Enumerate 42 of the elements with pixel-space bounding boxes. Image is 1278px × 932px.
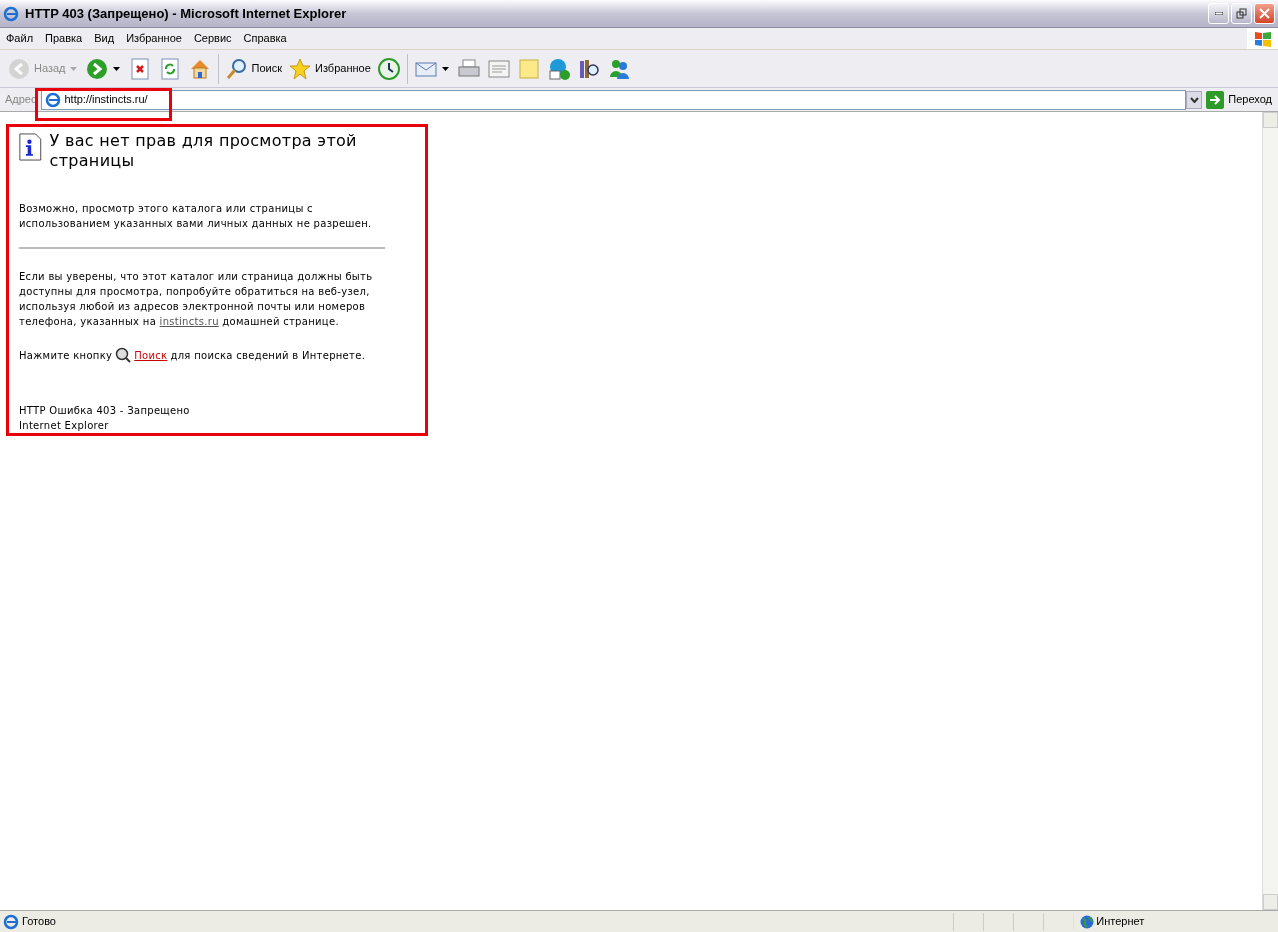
arrow-right-icon — [84, 56, 109, 81]
instruction-text: для поиска сведений в Интернете. — [170, 348, 366, 363]
search-icon — [115, 347, 132, 363]
restore-button[interactable] — [1231, 3, 1252, 24]
paragraph: Если вы уверены, что этот каталог или страница должны быть доступны для просмотра, попробуйте обратиться на веб-узел, используя любой из адресов электронной почты или номеров телефона, указанных на instincts.ru домашней странице. — [19, 270, 374, 329]
address-dropdown-button[interactable] — [1186, 90, 1203, 109]
footer-text: HTTP Ошибка 403 - Запрещено — [19, 404, 191, 418]
menu-item[interactable]: Справка — [237, 30, 293, 47]
minimize-button[interactable] — [1208, 3, 1229, 24]
instruction-text: Нажмите кнопку — [19, 348, 113, 363]
clock-icon — [376, 56, 401, 81]
close-button[interactable] — [1254, 3, 1275, 24]
paragraph: Возможно, просмотр этого каталога или страницы с использованием указанных вами личных данных не разрешен. — [19, 202, 373, 231]
arrow-right-icon — [1206, 90, 1225, 109]
status-text: Готово — [22, 914, 57, 930]
minimize-icon — [1214, 12, 1223, 15]
close-icon — [1259, 8, 1270, 19]
go-button[interactable]: Переход — [1202, 90, 1276, 109]
footer-text: Internet Explorer — [19, 419, 110, 433]
globe-icon — [1079, 914, 1094, 929]
menu-item[interactable]: Избранное — [120, 30, 188, 47]
note-icon — [516, 56, 541, 81]
address-field[interactable]: http://instincts.ru/ — [40, 89, 1187, 110]
menu-item[interactable]: Правка — [39, 30, 89, 47]
site-link[interactable]: instincts.ru — [159, 316, 219, 327]
address-label: Адрес — [4, 92, 38, 108]
star-icon — [288, 56, 312, 81]
window-title: HTTP 403 (Запрещено) - Microsoft Internet Explorer — [25, 4, 347, 23]
search-icon — [224, 56, 249, 81]
address-text: http://instincts.ru/ — [64, 92, 148, 108]
search-button[interactable]: Поиск — [221, 54, 285, 83]
menu-item[interactable]: Файл — [0, 30, 40, 47]
menu-item[interactable]: Сервис — [187, 30, 238, 47]
menu-item[interactable]: Вид — [88, 30, 121, 47]
arrow-left-icon — [7, 56, 31, 81]
info-icon — [19, 131, 42, 163]
zone-text: Интернет — [1096, 914, 1145, 930]
page-heading: У вас нет прав для просмотра этой страницы — [49, 131, 358, 171]
chevron-down-icon — [1189, 96, 1199, 103]
restore-icon — [1236, 8, 1247, 19]
search-link[interactable]: Поиск — [134, 347, 168, 363]
favorites-button[interactable]: Избранное — [285, 54, 374, 83]
